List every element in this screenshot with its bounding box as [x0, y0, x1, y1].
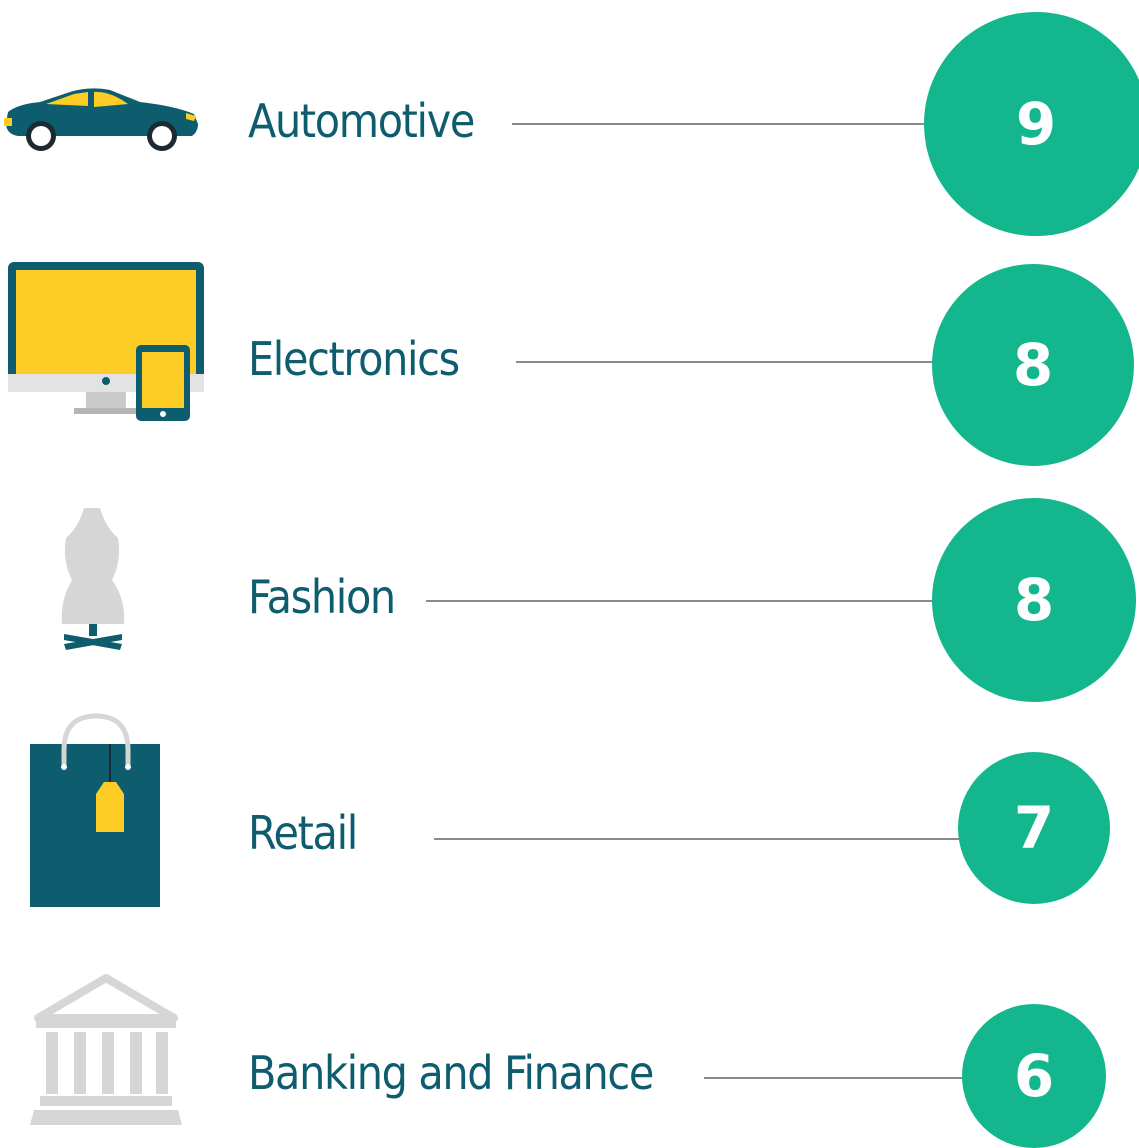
value-circle: 8 — [932, 264, 1134, 466]
value-label: 6 — [1013, 1042, 1055, 1110]
category-label: Retail — [248, 806, 358, 860]
value-circle: 7 — [958, 752, 1110, 904]
category-label: Fashion — [248, 570, 396, 624]
value-circle: 9 — [924, 12, 1139, 236]
category-label: Automotive — [248, 94, 475, 148]
value-circle: 6 — [962, 1004, 1106, 1148]
value-label: 7 — [1013, 794, 1055, 862]
leader-line — [426, 600, 946, 602]
value-label: 8 — [1012, 331, 1054, 399]
leader-line — [516, 361, 944, 363]
bank-building-icon — [30, 974, 182, 1125]
category-label: Electronics — [248, 332, 460, 386]
value-label: 8 — [1013, 566, 1055, 634]
category-label: Banking and Finance — [248, 1046, 654, 1100]
leader-line — [512, 123, 938, 125]
leader-line — [434, 838, 968, 840]
leader-line — [704, 1077, 966, 1079]
value-circle: 8 — [932, 498, 1136, 702]
value-label: 9 — [1015, 90, 1057, 158]
